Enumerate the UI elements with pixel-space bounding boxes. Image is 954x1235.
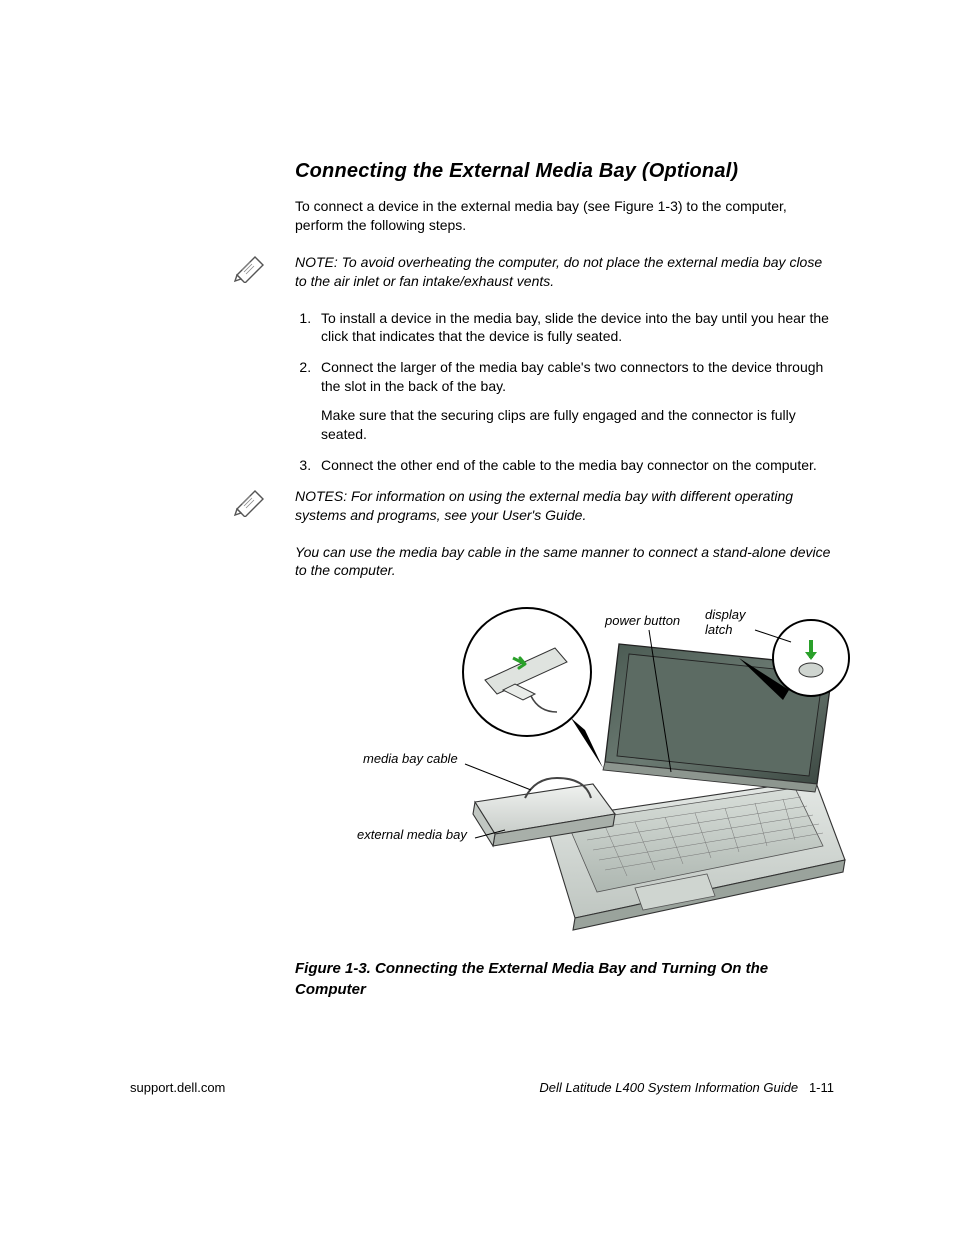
step-2: Connect the larger of the media bay cabl… [315,358,834,444]
step-2-text-b: Make sure that the securing clips are fu… [321,406,834,444]
footer-page-number: 1-11 [809,1080,834,1095]
steps-list: To install a device in the media bay, sl… [295,309,834,475]
callout-display-latch: display latch [705,608,765,637]
footer-left: support.dell.com [130,1080,225,1095]
callout-external-media-bay: external media bay [357,828,467,842]
footer-doc-title: Dell Latitude L400 System Information Gu… [539,1080,798,1095]
section-heading: Connecting the External Media Bay (Optio… [295,160,834,183]
step-1-text: To install a device in the media bay, sl… [321,310,829,345]
note-text-1: NOTE: To avoid overheating the computer,… [295,253,834,291]
footer-right: Dell Latitude L400 System Information Gu… [539,1080,834,1095]
note-text-2b: You can use the media bay cable in the s… [295,543,834,581]
note-icon [233,487,269,522]
callout-power-button: power button [605,614,680,628]
figure-caption: Figure 1-3. Connecting the External Medi… [295,958,834,1000]
step-3-text: Connect the other end of the cable to th… [321,457,817,473]
intro-paragraph: To connect a device in the external medi… [295,197,834,235]
note-text-2a: NOTES: For information on using the exte… [295,487,834,525]
step-2-text-a: Connect the larger of the media bay cabl… [321,359,823,394]
figure-diagram: power button display latch media bay cab… [335,600,875,940]
callout-media-bay-cable: media bay cable [363,752,458,766]
page-footer: support.dell.com Dell Latitude L400 Syst… [130,1080,834,1095]
step-1: To install a device in the media bay, sl… [315,309,834,347]
step-3: Connect the other end of the cable to th… [315,456,834,475]
note-icon [233,253,269,288]
